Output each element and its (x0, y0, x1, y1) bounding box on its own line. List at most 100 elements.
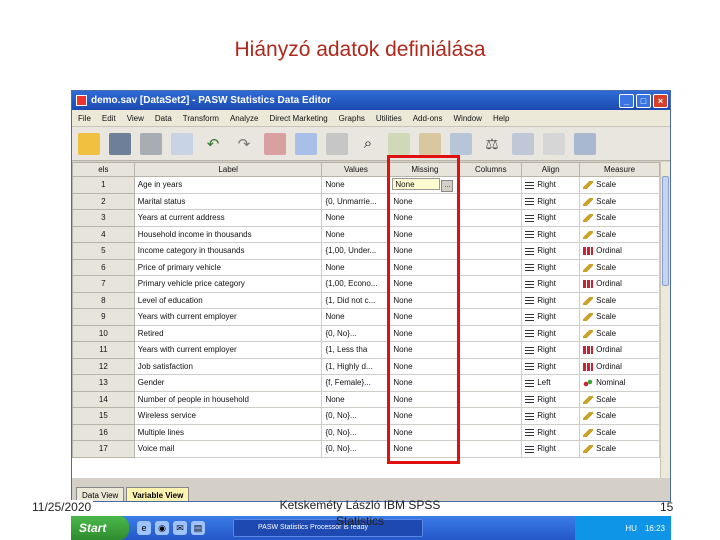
align-cell[interactable]: Right (521, 440, 581, 458)
missing-cell[interactable]: None (389, 341, 461, 359)
start-button[interactable]: Start (71, 516, 129, 540)
align-cell[interactable]: Right (521, 192, 581, 210)
table-row[interactable]: 4 Household income in thousands None None Ri… (72, 225, 660, 243)
goto-variable-icon[interactable] (295, 132, 317, 155)
vertical-scrollbar[interactable] (660, 162, 670, 478)
save-icon[interactable] (109, 132, 131, 155)
table-row[interactable]: 2 Marital status {0, Unmarrie... None Right S… (72, 192, 660, 210)
values-cell[interactable]: {1,00, Econo... (321, 275, 391, 293)
goto-case-icon[interactable] (264, 132, 286, 155)
columns-cell[interactable] (459, 209, 523, 227)
label-cell[interactable]: Multiple lines (133, 423, 323, 441)
table-row[interactable]: 1 Age in years None None... Right Scale (72, 176, 660, 194)
row-number[interactable]: 15 (72, 407, 135, 425)
align-cell[interactable]: Right (521, 242, 581, 260)
align-cell[interactable]: Right (521, 308, 581, 326)
minimize-button[interactable]: _ (619, 93, 634, 108)
values-cell[interactable]: {0, No}... (321, 423, 391, 441)
column-header-columns[interactable]: Columns (459, 162, 523, 177)
column-header-measure[interactable]: Measure (579, 162, 660, 177)
label-cell[interactable]: Level of education (133, 291, 323, 309)
insert-cases-icon[interactable] (388, 132, 410, 155)
measure-cell[interactable]: Scale (579, 192, 660, 210)
missing-cell[interactable]: None (389, 407, 461, 425)
table-row[interactable]: 8 Level of education {1, Did not c... None R… (72, 291, 660, 309)
table-row[interactable]: 10 Retired {0, No}... None Right Scale (72, 324, 660, 342)
columns-cell[interactable] (459, 176, 523, 194)
missing-cell[interactable]: None (389, 390, 461, 408)
values-cell[interactable]: None (321, 209, 391, 227)
row-number[interactable]: 5 (72, 242, 135, 260)
label-cell[interactable]: Number of people in household (133, 390, 323, 408)
table-row[interactable]: 3 Years at current address None None Right Sc… (72, 209, 660, 227)
menu-item-window[interactable]: Window (453, 114, 481, 123)
variables-icon[interactable] (326, 132, 348, 155)
measure-cell[interactable]: Scale (579, 176, 660, 194)
align-cell[interactable]: Right (521, 225, 581, 243)
folder-icon[interactable]: ▤ (191, 521, 205, 535)
missing-cell[interactable]: None (389, 275, 461, 293)
columns-cell[interactable] (459, 258, 523, 276)
values-cell[interactable]: {0, No}... (321, 324, 391, 342)
values-cell[interactable]: None (321, 390, 391, 408)
missing-cell[interactable]: None (389, 291, 461, 309)
row-number[interactable]: 7 (72, 275, 135, 293)
row-number[interactable]: 8 (72, 291, 135, 309)
ie-icon[interactable]: e (137, 521, 151, 535)
row-number[interactable]: 9 (72, 308, 135, 326)
measure-cell[interactable]: Scale (579, 258, 660, 276)
column-header-values[interactable]: Values (321, 162, 391, 177)
measure-cell[interactable]: Scale (579, 324, 660, 342)
missing-cell[interactable]: None (389, 258, 461, 276)
language-indicator[interactable]: HU (625, 524, 637, 533)
table-row[interactable]: 9 Years with current employer None None Righ… (72, 308, 660, 326)
weight-cases-icon[interactable]: ⚖ (481, 133, 503, 155)
align-cell[interactable]: Right (521, 291, 581, 309)
menu-item-data[interactable]: Data (155, 114, 172, 123)
align-cell[interactable]: Right (521, 258, 581, 276)
missing-cell[interactable]: None (389, 440, 461, 458)
values-cell[interactable]: None (321, 258, 391, 276)
menu-item-add-ons[interactable]: Add-ons (413, 114, 443, 123)
table-row[interactable]: 11 Years with current employer {1, Less th… (72, 341, 660, 359)
table-row[interactable]: 13 Gender {f, Female}... None Left Nominal (72, 374, 660, 392)
missing-cell[interactable]: None (389, 242, 461, 260)
align-cell[interactable]: Right (521, 357, 581, 375)
align-cell[interactable]: Right (521, 341, 581, 359)
align-cell[interactable]: Right (521, 423, 581, 441)
table-row[interactable]: 6 Price of primary vehicle None None Right Sc… (72, 258, 660, 276)
measure-cell[interactable]: Scale (579, 440, 660, 458)
scroll-thumb[interactable] (662, 176, 669, 286)
insert-variable-icon[interactable] (419, 132, 441, 155)
values-cell[interactable]: {1,00, Under... (321, 242, 391, 260)
measure-cell[interactable]: Scale (579, 390, 660, 408)
measure-cell[interactable]: Nominal (579, 374, 660, 392)
close-button[interactable]: × (653, 93, 668, 108)
measure-cell[interactable]: Scale (579, 308, 660, 326)
label-cell[interactable]: Years with current employer (133, 308, 323, 326)
measure-cell[interactable]: Scale (579, 423, 660, 441)
row-number[interactable]: 10 (72, 324, 135, 342)
align-cell[interactable]: Right (521, 324, 581, 342)
measure-cell[interactable]: Ordinal (579, 275, 660, 293)
align-cell[interactable]: Right (521, 275, 581, 293)
measure-cell[interactable]: Ordinal (579, 341, 660, 359)
row-number[interactable]: 17 (72, 440, 135, 458)
columns-cell[interactable] (459, 357, 523, 375)
value-labels-icon[interactable] (543, 132, 565, 155)
align-cell[interactable]: Right (521, 407, 581, 425)
align-cell[interactable]: Right (521, 176, 581, 194)
measure-cell[interactable]: Scale (579, 291, 660, 309)
print-icon[interactable] (140, 132, 162, 155)
missing-values-dialog-button[interactable]: ... (441, 179, 454, 192)
columns-cell[interactable] (459, 308, 523, 326)
dialog-recall-icon[interactable] (171, 132, 193, 155)
row-number[interactable]: 16 (72, 423, 135, 441)
measure-cell[interactable]: Scale (579, 225, 660, 243)
missing-cell[interactable]: None (389, 374, 461, 392)
row-number[interactable]: 4 (72, 225, 135, 243)
missing-cell[interactable]: None (389, 308, 461, 326)
columns-cell[interactable] (459, 275, 523, 293)
menu-item-graphs[interactable]: Graphs (339, 114, 365, 123)
select-cases-icon[interactable] (512, 132, 534, 155)
